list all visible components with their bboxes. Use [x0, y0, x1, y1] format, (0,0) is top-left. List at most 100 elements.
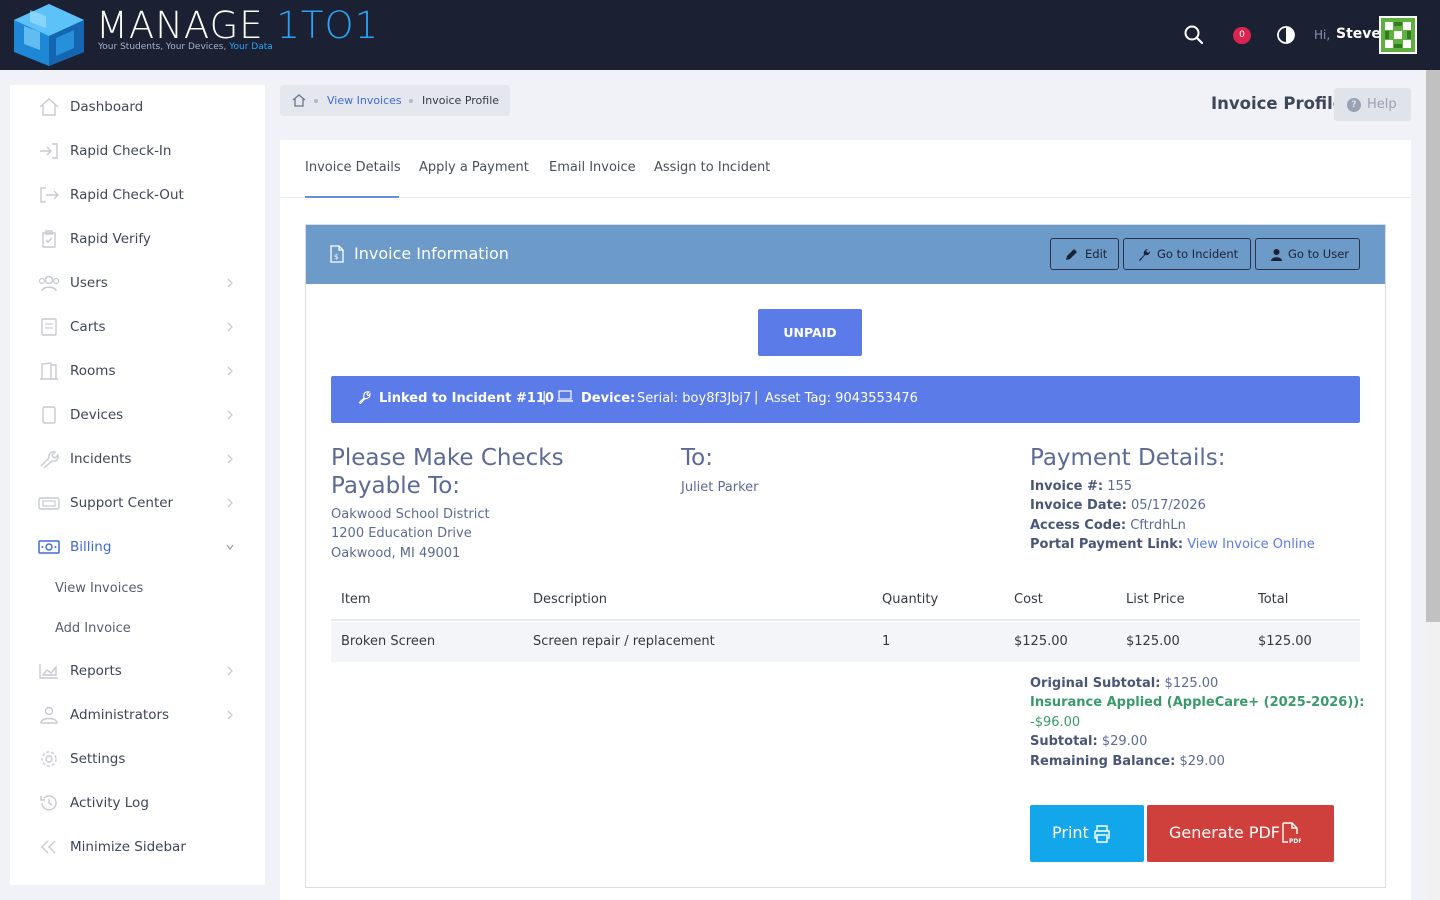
wrench-icon — [1139, 249, 1150, 261]
sidebar-item-devices[interactable]: Devices — [10, 395, 265, 435]
device-asset-tag[interactable]: Asset Tag: 9043553476 — [765, 391, 918, 406]
tabs-bar: Invoice Details Apply a Payment Email In… — [280, 140, 1411, 198]
top-bar: MANAGE 1TO1 Your Students, Your Devices,… — [0, 0, 1440, 70]
sidebar-item-label: Billing — [70, 539, 112, 555]
double-chevron-left-icon — [41, 840, 56, 854]
cell-list-price: $125.00 — [1126, 634, 1180, 649]
logo-wordmark: MANAGE 1TO1 — [96, 4, 380, 47]
tab-apply-a-payment[interactable]: Apply a Payment — [419, 160, 529, 175]
chevron-right-icon — [227, 366, 233, 376]
sidebar-item-label: Rooms — [70, 363, 116, 379]
payable-line-2: 1200 Education Drive — [331, 526, 472, 541]
column-header-cost: Cost — [1014, 592, 1043, 607]
device-serial[interactable]: Serial: boy8f3Jbj7 — [637, 391, 751, 406]
help-button[interactable]: ? Help — [1334, 88, 1411, 121]
main-card: Invoice Details Apply a Payment Email In… — [280, 140, 1411, 900]
table-row: Broken Screen Screen repair / replacemen… — [331, 622, 1360, 662]
insurance-applied-label: Insurance Applied (AppleCare+ (2025-2026… — [1030, 695, 1365, 710]
svg-text:PDF: PDF — [1289, 838, 1301, 844]
chevron-down-icon — [226, 544, 234, 551]
chevron-right-icon — [227, 410, 233, 420]
active-tab-indicator — [305, 196, 399, 198]
sidebar-item-label: Dashboard — [70, 99, 144, 115]
sidebar-item-carts[interactable]: Carts — [10, 307, 265, 347]
column-header-quantity: Quantity — [882, 592, 939, 607]
sidebar-item-settings[interactable]: Settings — [10, 739, 265, 779]
door-icon — [40, 362, 58, 380]
sidebar-item-label: Minimize Sidebar — [70, 839, 186, 855]
money-icon — [38, 540, 60, 554]
greeting-text: Hi, — [1314, 28, 1331, 42]
sidebar-item-rooms[interactable]: Rooms — [10, 351, 265, 391]
payable-line-1: Oakwood School District — [331, 507, 490, 522]
sidebar-item-rapid-verify[interactable]: Rapid Verify — [10, 219, 265, 259]
print-button[interactable]: Print — [1030, 805, 1144, 862]
portal-link-row: Portal Payment Link: View Invoice Online — [1030, 537, 1315, 552]
sidebar-item-support-center[interactable]: Support Center — [10, 483, 265, 523]
wrench-icon — [40, 451, 59, 468]
breadcrumb-link-view-invoices[interactable]: View Invoices — [327, 94, 402, 107]
logo[interactable]: MANAGE 1TO1 Your Students, Your Devices,… — [10, 2, 378, 68]
sidebar: Dashboard Rapid Check-In Rapid Check-Out… — [10, 85, 265, 885]
generate-pdf-button[interactable]: Generate PDF PDF — [1147, 805, 1334, 862]
go-to-incident-button[interactable]: Go to Incident — [1123, 238, 1251, 270]
admin-user-icon — [40, 706, 58, 724]
sidebar-item-rapid-check-in[interactable]: Rapid Check-In — [10, 131, 265, 171]
tab-email-invoice[interactable]: Email Invoice — [549, 160, 636, 175]
sidebar-item-activity-log[interactable]: Activity Log — [10, 783, 265, 823]
avatar[interactable] — [1379, 16, 1417, 54]
edit-button[interactable]: Edit — [1050, 238, 1119, 270]
logo-tagline: Your Students, Your Devices, Your Data — [98, 42, 273, 52]
access-code-row: Access Code: CftrdhLn — [1030, 518, 1186, 533]
breadcrumb: View Invoices Invoice Profile — [280, 85, 510, 116]
pencil-icon — [1066, 249, 1077, 260]
cell-item: Broken Screen — [341, 634, 436, 649]
notification-badge[interactable]: 0 — [1233, 27, 1251, 44]
sidebar-item-rapid-check-out[interactable]: Rapid Check-Out — [10, 175, 265, 215]
go-to-incident-label: Go to Incident — [1157, 247, 1239, 261]
sign-out-icon — [40, 187, 59, 203]
unpaid-status-button[interactable]: UNPAID — [758, 309, 862, 356]
sidebar-item-label: Incidents — [70, 451, 132, 467]
search-icon[interactable] — [1183, 24, 1205, 46]
to-heading: To: — [681, 445, 713, 471]
sidebar-subitem-view-invoices[interactable]: View Invoices — [55, 581, 143, 596]
sidebar-item-billing[interactable]: Billing — [10, 527, 265, 567]
user-name[interactable]: Steve — [1336, 26, 1381, 42]
home-icon — [39, 98, 59, 116]
invoice-date-row: Invoice Date: 05/17/2026 — [1030, 498, 1206, 513]
sidebar-item-label: Carts — [70, 319, 106, 335]
sidebar-item-users[interactable]: Users — [10, 263, 265, 303]
sidebar-item-incidents[interactable]: Incidents — [10, 439, 265, 479]
chevron-right-icon — [227, 454, 233, 464]
pdf-file-icon: PDF — [1282, 822, 1301, 844]
invoice-information-panel: $ Invoice Information Edit Go to Inciden… — [305, 224, 1386, 888]
go-to-user-button[interactable]: Go to User — [1255, 238, 1360, 270]
theme-toggle-icon[interactable] — [1276, 25, 1296, 45]
sidebar-item-label: Devices — [70, 407, 124, 423]
tab-invoice-details[interactable]: Invoice Details — [305, 160, 401, 175]
cart-icon — [41, 318, 57, 336]
column-header-list-price: List Price — [1126, 592, 1185, 607]
users-icon — [38, 275, 60, 292]
cube-logo-icon — [14, 4, 84, 66]
invoice-table-header: Item Description Quantity Cost List Pric… — [331, 581, 1360, 621]
sidebar-item-label: Rapid Verify — [70, 231, 151, 247]
tab-assign-to-incident[interactable]: Assign to Incident — [654, 160, 770, 175]
sidebar-item-dashboard[interactable]: Dashboard — [10, 87, 265, 127]
sidebar-item-reports[interactable]: Reports — [10, 651, 265, 691]
question-circle-icon: ? — [1347, 98, 1361, 112]
sidebar-item-administrators[interactable]: Administrators — [10, 695, 265, 735]
sidebar-item-minimize-sidebar[interactable]: Minimize Sidebar — [10, 827, 265, 867]
column-header-total: Total — [1258, 592, 1289, 607]
recipient-name: Juliet Parker — [681, 480, 759, 495]
link-bar-separator: | — [542, 390, 547, 405]
linked-incident-link[interactable]: Linked to Incident #110 — [379, 391, 554, 406]
sidebar-item-label: Activity Log — [70, 795, 149, 811]
home-icon[interactable] — [292, 94, 306, 107]
view-invoice-online-link[interactable]: View Invoice Online — [1187, 537, 1315, 552]
link-bar-separator: | — [754, 390, 759, 405]
sidebar-subitem-add-invoice[interactable]: Add Invoice — [55, 621, 131, 636]
page-scrollbar-thumb[interactable] — [1426, 70, 1440, 622]
page-title: Invoice Profile — [1211, 94, 1344, 113]
